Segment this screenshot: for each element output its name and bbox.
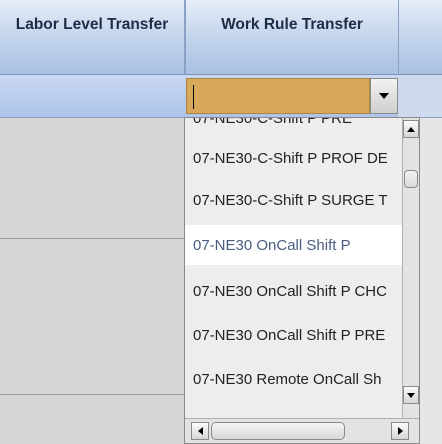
list-item-label: 07-NE30 Remote OnCall Sh <box>193 370 382 388</box>
list-item-label: 07-NE30-C-Shift P PRE <box>193 117 352 127</box>
list-item[interactable]: 07-NE30 OnCall Shift P CHC <box>185 271 403 311</box>
scroll-right-button[interactable] <box>391 422 409 440</box>
vertical-scroll-thumb[interactable] <box>404 170 418 188</box>
scroll-down-button[interactable] <box>403 386 419 404</box>
list-item-label: 07-NE30-C-Shift P SURGE T <box>193 191 388 209</box>
grid-header: Labor Level Transfer Work Rule Transfer <box>0 0 442 75</box>
vertical-scrollbar[interactable] <box>402 118 419 420</box>
list-item-highlighted[interactable]: 07-NE30 OnCall Shift P <box>185 225 403 265</box>
chevron-up-icon <box>407 126 415 132</box>
horizontal-scrollbar[interactable] <box>185 418 419 443</box>
list-item[interactable]: 07-NE30-C-Shift P PROF DE <box>185 138 403 178</box>
chevron-down-icon <box>407 392 415 398</box>
list-item[interactable]: 07-NE30-C-Shift P SURGE T <box>185 180 403 220</box>
list-item[interactable]: 07-NE30 OnCall Shift P PRE <box>185 315 403 355</box>
dropdown-toggle-button[interactable] <box>370 78 398 114</box>
list-item-label: 07-NE30 OnCall Shift P PRE <box>193 326 386 344</box>
grid-cell[interactable] <box>398 75 442 117</box>
list-item-label: 07-NE30 OnCall Shift P CHC <box>193 282 387 300</box>
text-caret <box>193 85 194 109</box>
list-item[interactable]: 07-NE30-C-Shift P PRE <box>185 117 403 138</box>
list-item-label: 07-NE30 OnCall Shift P <box>193 236 351 254</box>
scroll-up-button[interactable] <box>403 120 419 138</box>
list-item[interactable]: 07-NE30 Remote OnCall Sh <box>185 359 403 399</box>
chevron-right-icon <box>397 427 403 435</box>
list-item-label: 07-NE30-C-Shift P PROF DE <box>193 149 388 167</box>
column-divider[interactable] <box>398 0 399 74</box>
grid-body <box>0 118 184 444</box>
row-divider <box>0 238 184 239</box>
column-header-label: Labor Level Transfer <box>15 16 169 33</box>
work-rule-input[interactable] <box>186 78 370 114</box>
work-rule-dropdown-list[interactable]: 07-NE30-C-Shift P PRE 07-NE30-C-Shift P … <box>184 117 420 444</box>
scroll-left-button[interactable] <box>191 422 209 440</box>
column-header-labor-level-transfer[interactable]: Labor Level Transfer <box>0 0 184 74</box>
chevron-down-icon <box>379 93 389 99</box>
column-header-work-rule-transfer[interactable]: Work Rule Transfer <box>186 0 398 74</box>
row-divider <box>0 394 184 395</box>
horizontal-scroll-thumb[interactable] <box>211 422 345 440</box>
column-header-label: Work Rule Transfer <box>221 16 363 33</box>
chevron-left-icon <box>197 427 203 435</box>
work-rule-combo[interactable] <box>186 78 398 114</box>
